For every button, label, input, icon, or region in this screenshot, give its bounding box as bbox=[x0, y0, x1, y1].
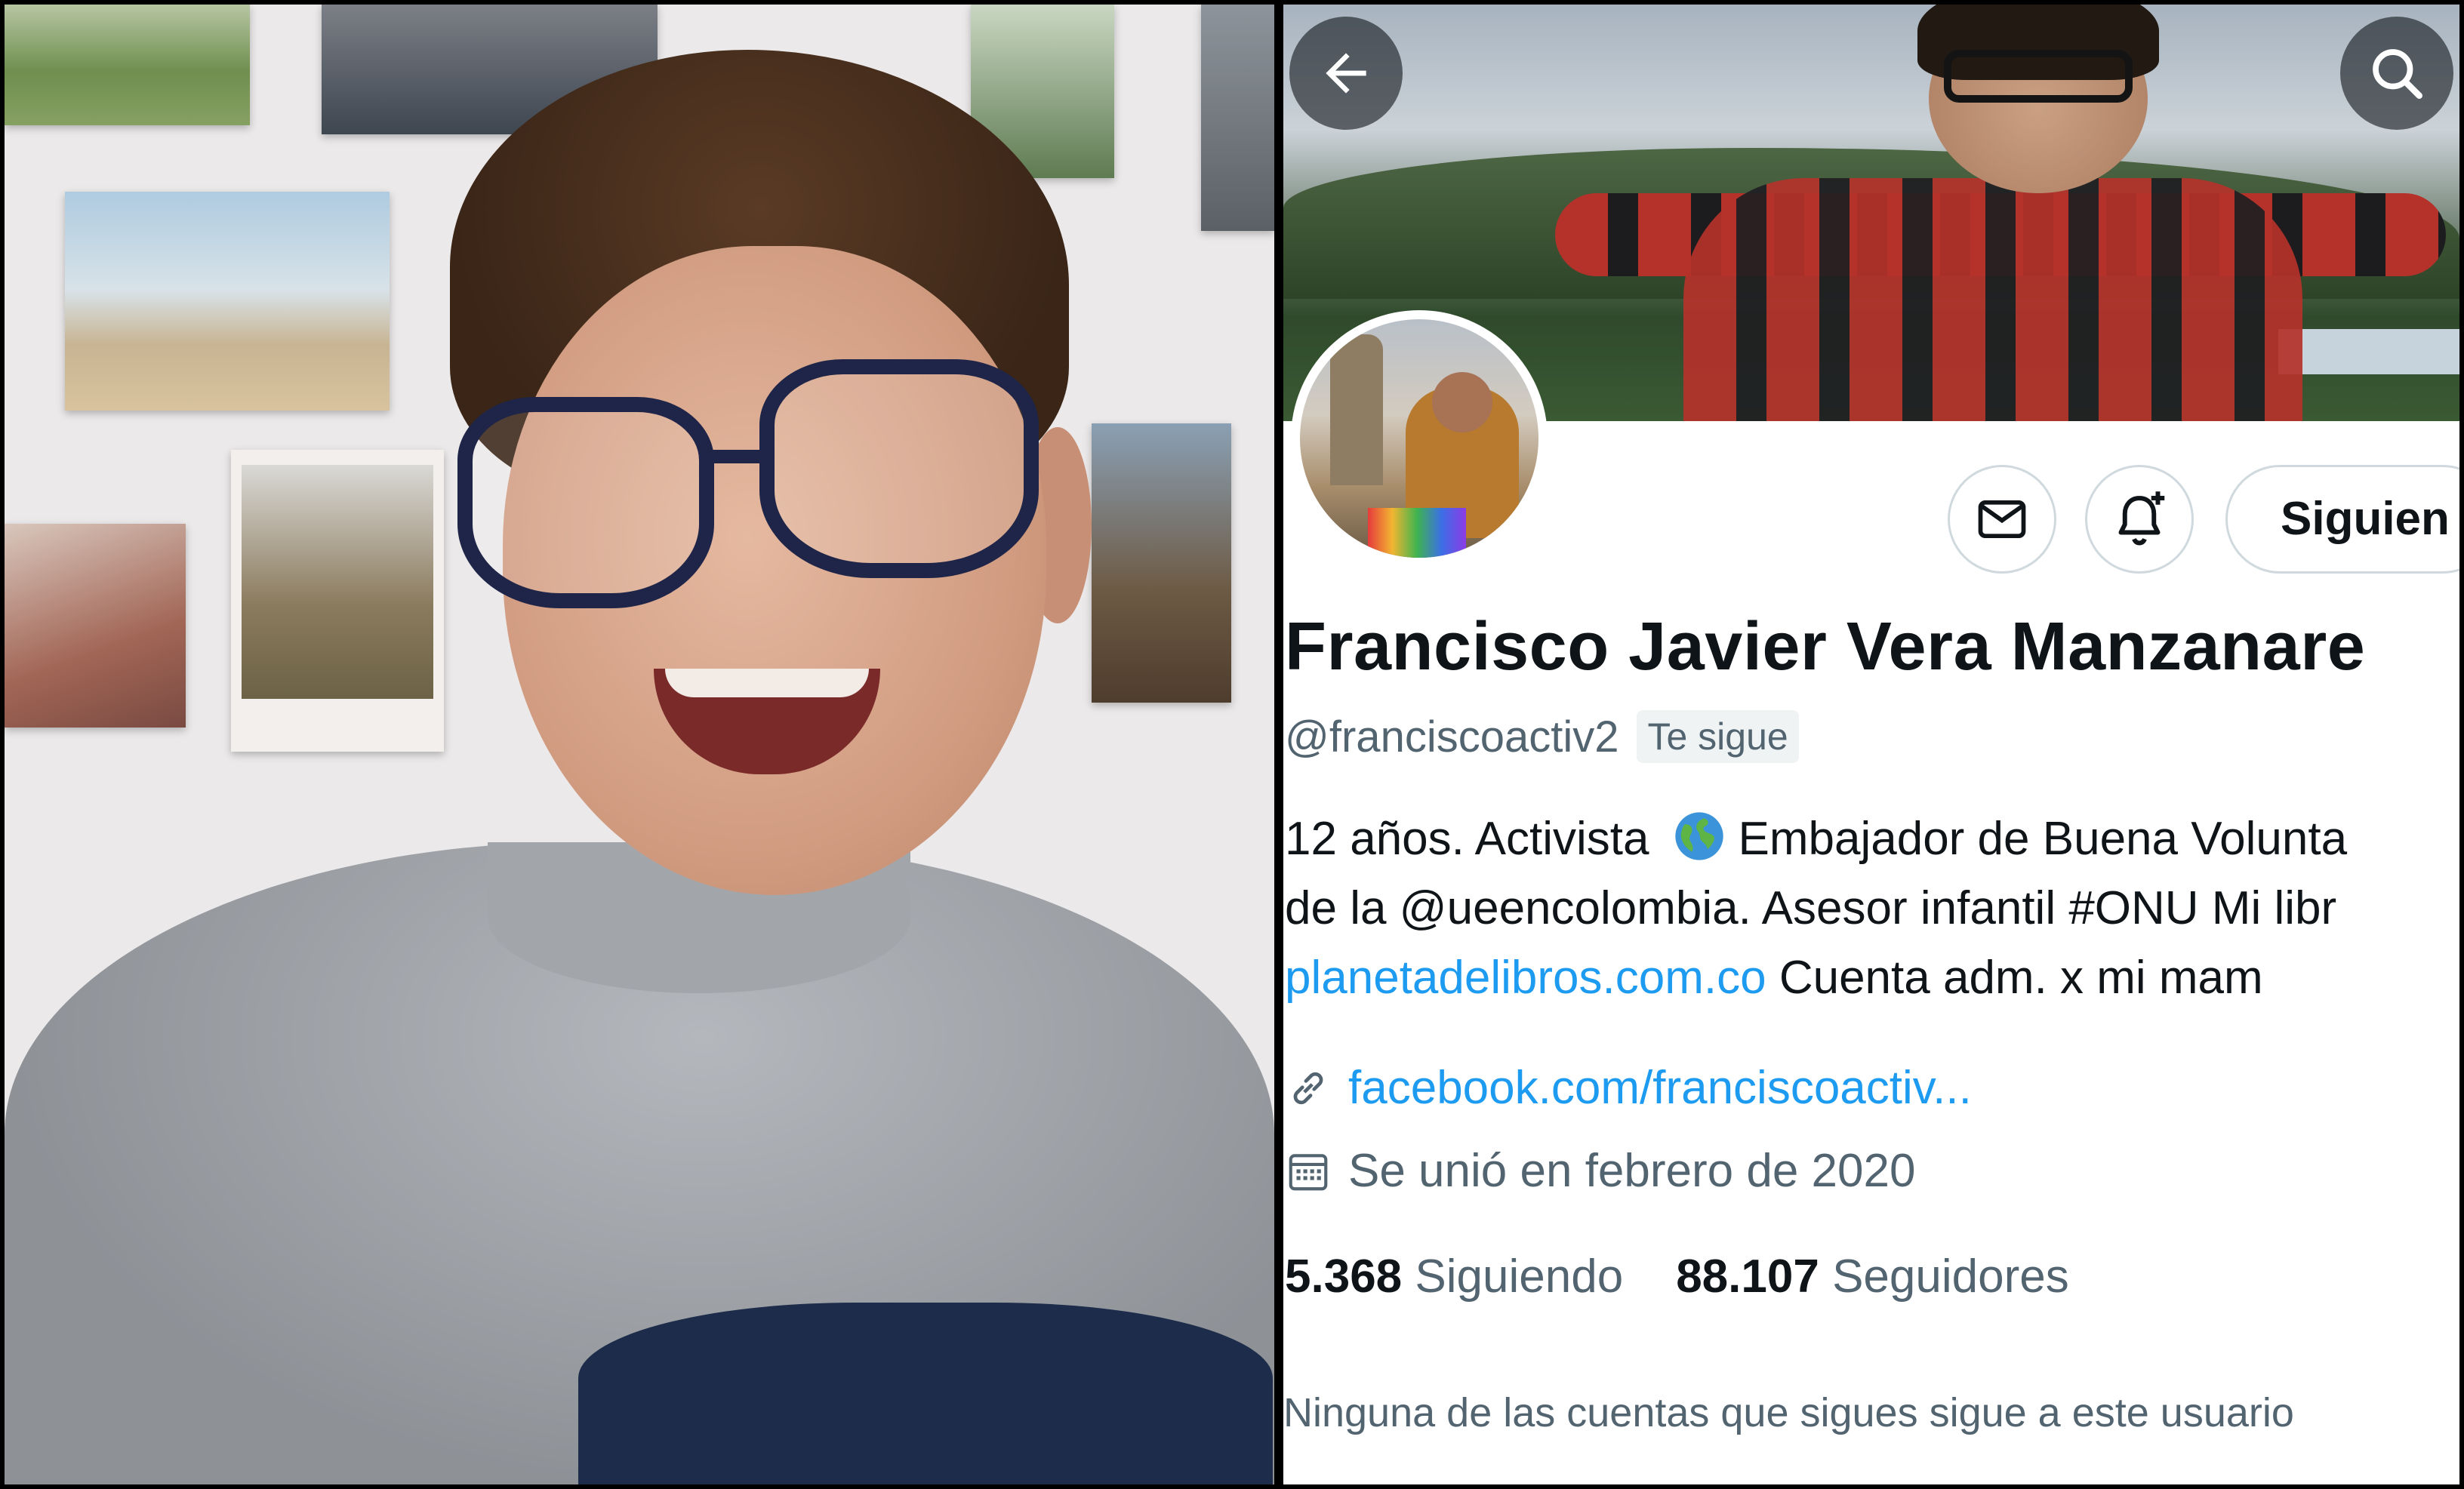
envelope-icon bbox=[1978, 500, 2026, 539]
glasses-bridge bbox=[707, 450, 767, 463]
profile-display-name: Francisco Javier Vera Manzanare bbox=[1285, 609, 2366, 685]
website-row: facebook.com/franciscoactiv... bbox=[1285, 1061, 1972, 1115]
wall-photo bbox=[5, 524, 186, 728]
profile-bio: 12 años. Activista Embajador de Buena Vo… bbox=[1285, 804, 2459, 1013]
followers-link[interactable]: 88.107 Seguidores bbox=[1676, 1251, 2069, 1303]
handle-row: @franciscoactiv2 Te sigue bbox=[1285, 710, 1799, 763]
following-link[interactable]: 5.368 Siguiendo bbox=[1285, 1251, 1623, 1303]
glasses-right-lens bbox=[759, 359, 1039, 578]
following-label: Siguiendo bbox=[1415, 1251, 1624, 1303]
globe-icon bbox=[1674, 812, 1723, 860]
teeth bbox=[665, 669, 869, 697]
profile-handle: @franciscoactiv2 bbox=[1285, 712, 1619, 761]
bio-text: Cuenta adm. x mi mam bbox=[1766, 952, 2263, 1004]
bio-text: de la @ueencolombia. Asesor infantil #ON… bbox=[1285, 882, 2337, 934]
bio-text: Embajador de Buena Volunta bbox=[1738, 813, 2348, 865]
back-button[interactable] bbox=[1289, 17, 1403, 130]
wall-photo bbox=[65, 192, 390, 411]
follow-counts: 5.368 Siguiendo 88.107 Seguidores bbox=[1285, 1250, 2069, 1303]
joined-date: Se unió en febrero de 2020 bbox=[1348, 1145, 1916, 1197]
hoodie-print bbox=[578, 1303, 1273, 1484]
calendar-icon bbox=[1289, 1153, 1328, 1190]
search-icon bbox=[2373, 49, 2422, 99]
followers-count: 88.107 bbox=[1676, 1251, 1819, 1303]
video-still bbox=[5, 5, 1274, 1484]
wall-photo bbox=[5, 5, 250, 125]
follows-you-badge: Te sigue bbox=[1637, 710, 1799, 763]
joined-row: Se unió en febrero de 2020 bbox=[1285, 1144, 1915, 1198]
wall-photo bbox=[231, 450, 444, 752]
website-link[interactable]: facebook.com/franciscoactiv... bbox=[1348, 1061, 1972, 1115]
following-count: 5.368 bbox=[1285, 1251, 1403, 1303]
arrow-left-icon bbox=[1326, 53, 1366, 94]
wall-photo bbox=[1201, 5, 1274, 231]
search-button[interactable] bbox=[2340, 17, 2453, 130]
bell-plus-icon bbox=[2118, 491, 2165, 546]
notifications-button[interactable] bbox=[2085, 465, 2194, 574]
following-button[interactable]: Siguien bbox=[2225, 465, 2459, 574]
message-button[interactable] bbox=[1948, 465, 2056, 574]
wall-photo bbox=[1092, 423, 1231, 703]
avatar[interactable] bbox=[1291, 310, 1548, 567]
glasses-left-lens bbox=[457, 397, 714, 608]
bio-link[interactable]: planetadelibros.com.co bbox=[1285, 952, 1766, 1004]
banner-person bbox=[1555, 5, 2446, 421]
bio-text: 12 años. Activista bbox=[1285, 813, 1649, 865]
profile-screen: Siguien Francisco Javier Vera Manzanare … bbox=[1283, 5, 2459, 1484]
mutuals-note: Ninguna de las cuentas que sigues sigue … bbox=[1283, 1390, 2294, 1435]
followers-label: Seguidores bbox=[1832, 1251, 2069, 1303]
link-icon bbox=[1293, 1072, 1323, 1104]
